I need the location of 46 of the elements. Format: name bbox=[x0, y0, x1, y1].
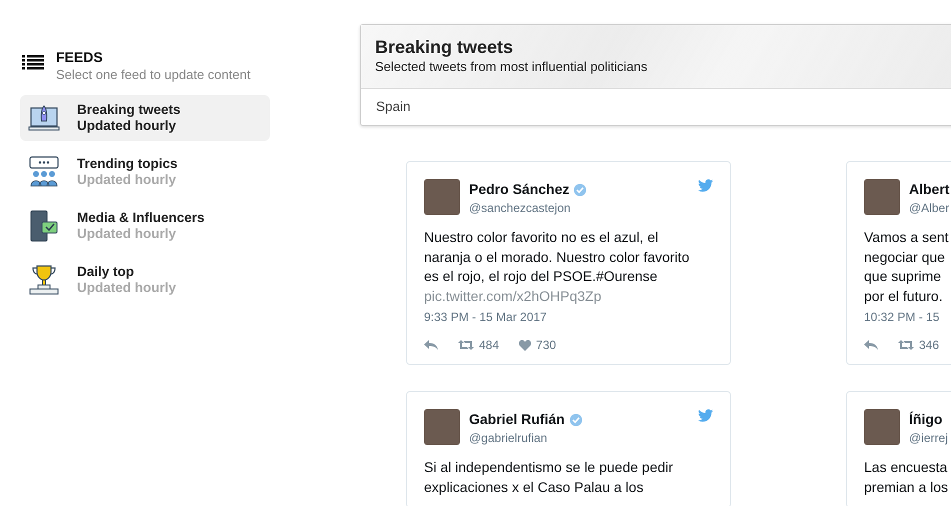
avatar-placeholder bbox=[864, 179, 900, 216]
header-title: Breaking tweets bbox=[375, 36, 514, 58]
bird-icon bbox=[698, 179, 713, 192]
author-name: Íñigo bbox=[909, 410, 942, 430]
feed-label: Daily top bbox=[77, 264, 136, 280]
author-name: Pedro Sánchez bbox=[469, 180, 570, 200]
feeds-title: FEEDS bbox=[56, 48, 104, 66]
feed-update-note: Updated hourly bbox=[77, 226, 178, 242]
retweet-count: 484 bbox=[479, 337, 500, 354]
feed-update-note: Updated hourly bbox=[77, 118, 178, 134]
trophy-icon bbox=[28, 264, 60, 296]
header-subtitle: Selected tweets from most influential politicians bbox=[375, 58, 648, 76]
reply-icon[interactable] bbox=[864, 340, 878, 350]
retweet-icon[interactable] bbox=[898, 340, 914, 350]
author-handle: @sanchezcastejon bbox=[469, 200, 572, 216]
author-name: Gabriel Rufián bbox=[469, 410, 565, 430]
heart-icon[interactable] bbox=[519, 340, 532, 351]
retweet-count: 346 bbox=[919, 337, 940, 354]
avatar-placeholder bbox=[424, 179, 460, 216]
feeds-subtitle: Select one feed to update content bbox=[56, 66, 250, 83]
avatar-placeholder bbox=[864, 409, 900, 446]
author-handle: @ierrej bbox=[909, 430, 949, 446]
feed-label: Breaking tweets bbox=[77, 102, 181, 118]
author-name: Albert bbox=[909, 180, 950, 200]
reply-icon[interactable] bbox=[424, 340, 438, 350]
tweet-time: 10:32 PM - 15 bbox=[864, 309, 940, 326]
avatar-placeholder bbox=[424, 409, 460, 446]
retweet-icon[interactable] bbox=[458, 340, 474, 350]
author-handle: @gabrielrufian bbox=[469, 430, 548, 446]
tweet-time: 9:33 PM - 15 Mar 2017 bbox=[424, 309, 548, 326]
list-icon bbox=[22, 54, 44, 72]
bird-icon bbox=[698, 409, 713, 422]
feed-update-note: Updated hourly bbox=[77, 280, 176, 296]
tweet-text: Vamos a sent negociar que que suprime por el futuro. bbox=[864, 228, 950, 306]
phone-check-icon bbox=[28, 210, 60, 242]
people-chat-icon bbox=[28, 156, 60, 188]
tweet-text: Las encuesta premian a los bbox=[864, 458, 950, 497]
author-handle: @Alber bbox=[909, 200, 950, 216]
filter-label[interactable]: Spain bbox=[361, 89, 951, 126]
tweet-text: Nuestro color favorito no es el azul, el naranja o el morado. Nuestro color favorito es el rojo, el rojo del PSOE.#Ourense bbox=[424, 228, 690, 286]
tweet-text: Si al independentismo se le puede pedir explicaciones x el Caso Palau a los bbox=[424, 458, 674, 497]
feed-item[interactable]: Breaking tweets Updated hourly bbox=[20, 95, 270, 141]
like-count: 730 bbox=[536, 337, 556, 354]
feed-label: Trending topics bbox=[77, 156, 178, 172]
feed-update-note: Updated hourly bbox=[77, 172, 178, 188]
feed-label: Media & Influencers bbox=[77, 210, 205, 226]
